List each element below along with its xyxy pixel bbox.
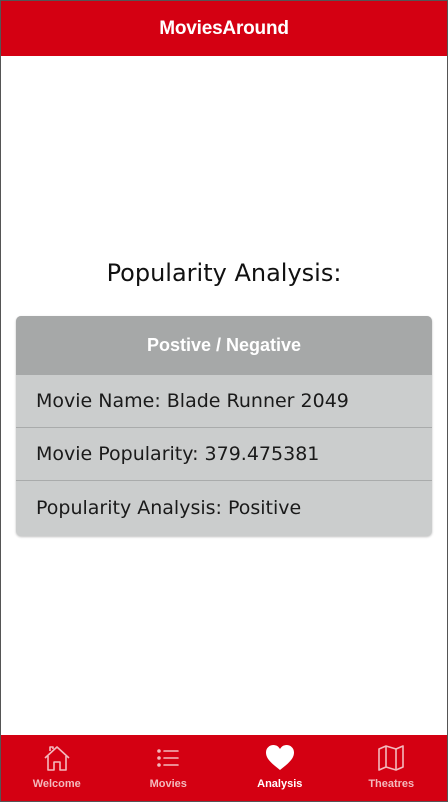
tab-welcome[interactable]: Welcome (1, 735, 113, 801)
heart-icon (265, 745, 294, 770)
tab-theatres-label: Theatres (368, 778, 415, 790)
popularity-analysis-row: Popularity Analysis: Positive (36, 496, 302, 519)
bottom-tab-bar: Welcome Movies Analysis Theatres (1, 735, 447, 801)
home-icon (44, 746, 70, 771)
movie-popularity-row: Movie Popularity: 379.475381 (16, 428, 432, 481)
card-header-label: Postive / Negative (146, 335, 302, 355)
tab-welcome-label: Welcome (32, 778, 81, 790)
tab-movies-label: Movies (149, 778, 187, 790)
list-icon (157, 749, 180, 767)
app-frame: MoviesAround Popularity Analysis: Postiv… (0, 0, 448, 802)
tab-analysis-label: Analysis (257, 778, 303, 790)
tab-theatres[interactable]: Theatres (336, 735, 448, 801)
map-icon (378, 745, 405, 771)
app-header: MoviesAround (1, 1, 447, 56)
analysis-card: Postive / Negative Movie Name: Blade Run… (16, 316, 432, 536)
movie-name-row: Movie Name: Blade Runner 2049 (16, 375, 432, 428)
page-title: Popularity Analysis: (106, 259, 342, 287)
app-title: MoviesAround (159, 17, 289, 39)
card-header: Postive / Negative (16, 316, 432, 375)
tab-movies[interactable]: Movies (113, 735, 225, 801)
tab-analysis[interactable]: Analysis (224, 735, 336, 801)
